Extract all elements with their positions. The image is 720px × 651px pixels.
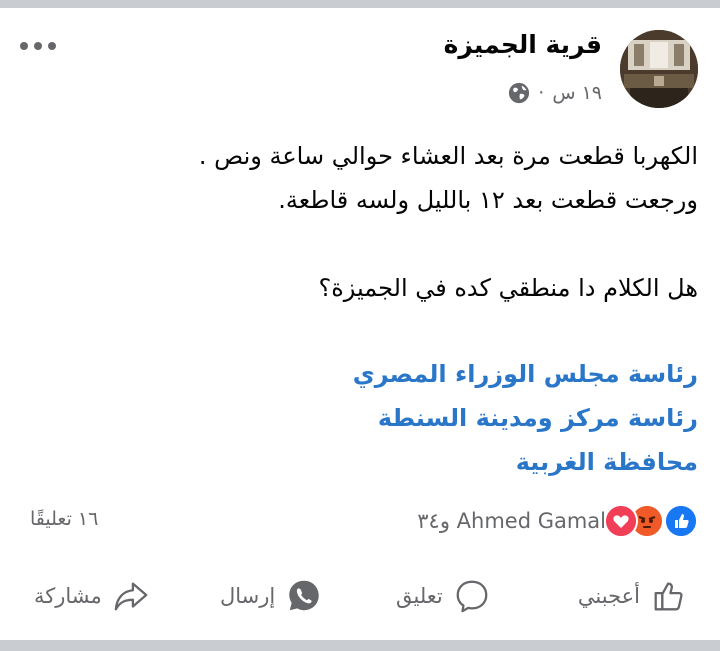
reactions-text[interactable]: Ahmed Gamal و٣٤ bbox=[417, 509, 606, 533]
page-name[interactable]: قرية الجميزة bbox=[444, 30, 602, 59]
like-reaction-icon bbox=[664, 504, 698, 538]
comment-bubble-icon bbox=[456, 580, 488, 613]
post-line: ورجعت قطعت بعد ١٢ بالليل ولسه قاطعة. bbox=[278, 186, 698, 214]
post-line: هل الكلام دا منطقي كده في الجميزة؟ bbox=[318, 274, 698, 302]
more-options-button[interactable] bbox=[20, 34, 64, 58]
share-arrow-icon bbox=[114, 582, 148, 611]
thumbs-up-icon bbox=[654, 582, 683, 611]
tag-link[interactable]: رئاسة مجلس الوزراء المصري bbox=[38, 352, 698, 396]
tag-link[interactable]: رئاسة مركز ومدينة السنطة bbox=[38, 396, 698, 440]
send-label: إرسال bbox=[220, 584, 276, 608]
whatsapp-icon bbox=[289, 580, 319, 611]
top-divider bbox=[0, 0, 720, 8]
share-button[interactable]: مشاركة bbox=[34, 570, 150, 622]
more-dot-icon bbox=[20, 42, 28, 50]
bottom-divider bbox=[0, 640, 720, 651]
globe-icon bbox=[509, 82, 530, 104]
comments-count[interactable]: ١٦ تعليقًا bbox=[30, 508, 98, 530]
post-line: الكهربا قطعت مرة بعد العشاء حوالي ساعة و… bbox=[198, 142, 698, 170]
more-dot-icon bbox=[34, 42, 42, 50]
post-actions-bar: أعجبني تعليق إرسال مشاركة bbox=[0, 570, 720, 622]
love-reaction-icon bbox=[604, 504, 638, 538]
avatar-image bbox=[620, 30, 698, 108]
post-tags: رئاسة مجلس الوزراء المصري رئاسة مركز ومد… bbox=[38, 352, 698, 484]
more-dot-icon bbox=[48, 42, 56, 50]
comment-button[interactable]: تعليق bbox=[396, 570, 491, 622]
meta-separator: · bbox=[538, 82, 545, 104]
like-button[interactable]: أعجبني bbox=[578, 570, 688, 622]
comment-label: تعليق bbox=[396, 584, 443, 608]
tag-link[interactable]: محافظة الغربية bbox=[38, 440, 698, 484]
share-label: مشاركة bbox=[34, 584, 102, 608]
post-meta: ١٩ س · bbox=[508, 82, 602, 104]
post-body: الكهربا قطعت مرة بعد العشاء حوالي ساعة و… bbox=[38, 134, 698, 310]
like-label: أعجبني bbox=[577, 584, 640, 608]
send-button[interactable]: إرسال bbox=[220, 570, 323, 622]
post-time[interactable]: ١٩ س bbox=[552, 82, 602, 104]
reactions-summary[interactable]: Ahmed Gamal و٣٤ bbox=[417, 504, 698, 538]
page-avatar[interactable] bbox=[620, 30, 698, 108]
